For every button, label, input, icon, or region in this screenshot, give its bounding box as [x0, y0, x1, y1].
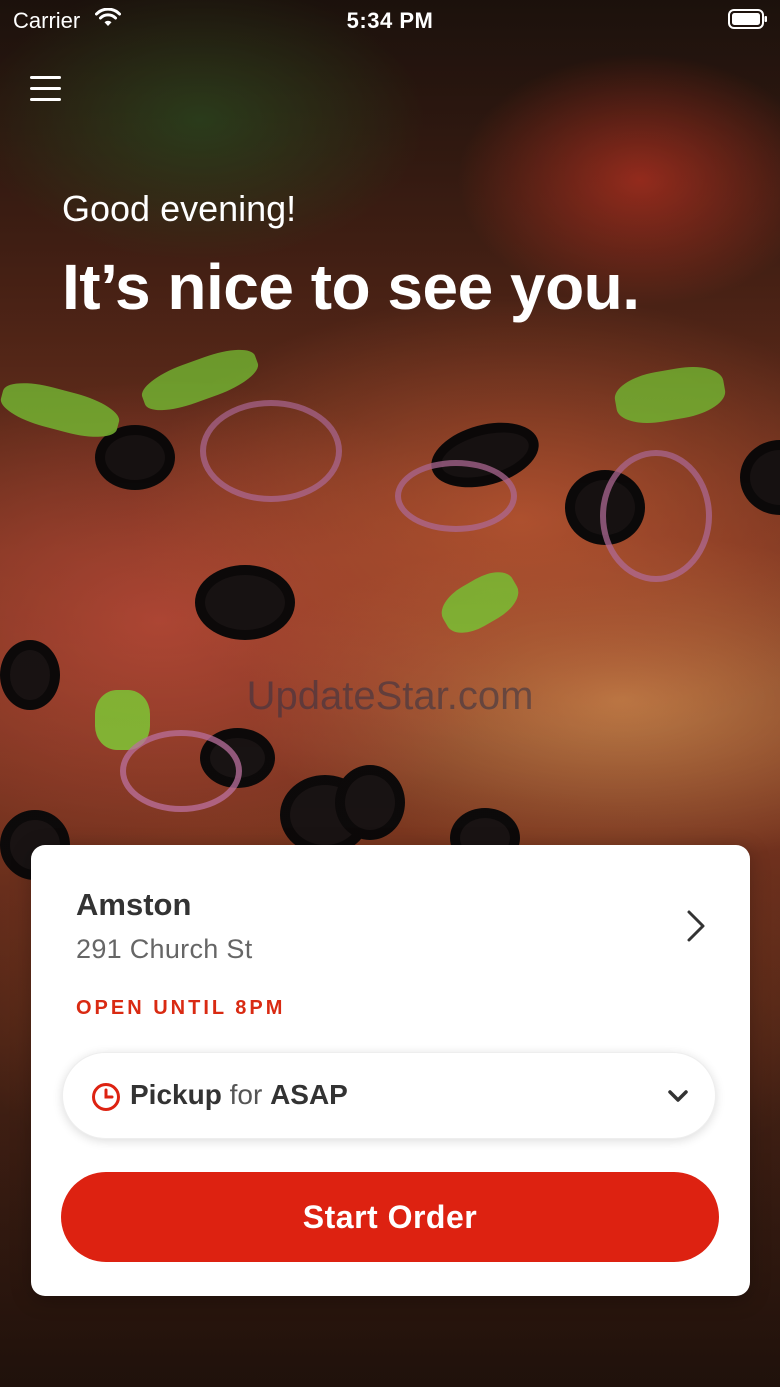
watermark: UpdateStar.com [246, 674, 534, 718]
store-name: Amston [76, 887, 192, 922]
store-address: 291 Church St [76, 934, 253, 964]
start-order-button[interactable]: Start Order [61, 1172, 719, 1262]
clock-time: 5:34 PM [346, 8, 434, 33]
menu-icon[interactable] [30, 74, 62, 102]
order-mode-type: Pickup [130, 1079, 222, 1110]
store-hours-status: OPEN UNTIL 8PM [76, 997, 286, 1019]
battery-icon [728, 9, 767, 29]
store-selector[interactable]: Amston 291 Church St [31, 845, 750, 975]
status-bar: Carrier 5:34 PM [0, 0, 780, 40]
store-card: Amston 291 Church St OPEN UNTIL 8PM Pick… [31, 845, 750, 1296]
clock-icon [92, 1083, 120, 1111]
order-mode-connector: for [229, 1079, 263, 1110]
chevron-down-icon [668, 1090, 688, 1102]
order-mode-text: Pickup for ASAP [130, 1079, 348, 1111]
chevron-right-icon [687, 910, 705, 942]
greeting-text: Good evening! [62, 188, 297, 229]
welcome-headline: It’s nice to see you. [62, 251, 640, 323]
order-mode-dropdown[interactable]: Pickup for ASAP [62, 1052, 716, 1139]
order-mode-time: ASAP [270, 1079, 348, 1110]
